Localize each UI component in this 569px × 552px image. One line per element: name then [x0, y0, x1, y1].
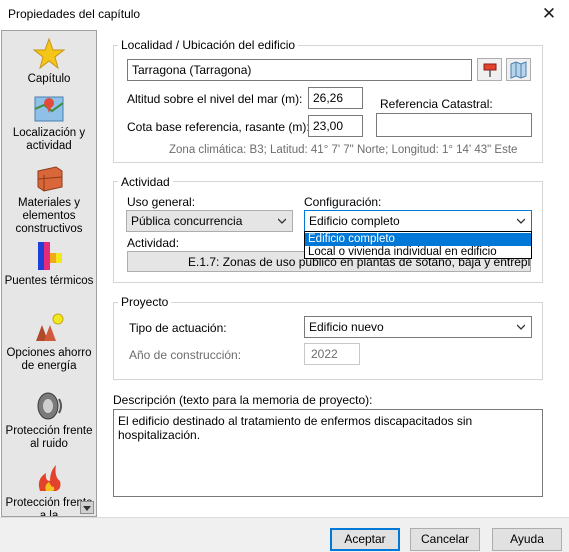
- sidebar-scroll-down-icon[interactable]: [80, 501, 94, 514]
- project-group: [113, 302, 543, 380]
- thermal-bridge-icon: [38, 242, 62, 270]
- config-option[interactable]: Local o vivienda individual en edificio: [305, 246, 531, 259]
- star-icon: [32, 37, 66, 70]
- fire-icon: [38, 465, 61, 491]
- config-dropdown-list: Edificio completo Local o vivienda indiv…: [304, 231, 532, 259]
- cota-field[interactable]: 23,00: [308, 115, 363, 137]
- project-legend: Proyecto: [118, 295, 172, 309]
- tipo-label: Tipo de actuación:: [129, 321, 227, 335]
- accept-button[interactable]: Aceptar: [330, 528, 400, 551]
- actividad-label: Actividad:: [127, 236, 180, 250]
- sidebar-item-materiales[interactable]: Materiales y elementos constructivos: [2, 161, 96, 236]
- cota-label: Cota base referencia, rasante (m):: [127, 120, 310, 134]
- brick-icon: [37, 166, 63, 192]
- climate-info: Zona climática: B3; Latitud: 41° 7' 7" N…: [169, 144, 518, 156]
- sidebar-item-label: Materiales y elementos constructivos: [15, 197, 83, 235]
- sidebar-item-localizacion[interactable]: Localización y actividad: [2, 91, 96, 153]
- map-button[interactable]: [506, 58, 531, 81]
- sidebar: Capítulo Localización y actividad Materi…: [1, 30, 97, 517]
- energy-icon: [36, 313, 64, 341]
- sidebar-item-opciones[interactable]: Opciones ahorro de energía: [2, 311, 96, 373]
- chevron-down-icon: [278, 218, 286, 224]
- uso-value: Pública concurrencia: [131, 214, 243, 228]
- help-button[interactable]: Ayuda: [492, 528, 562, 551]
- location-legend: Localidad / Ubicación del edificio: [118, 38, 299, 52]
- sidebar-item-capitulo[interactable]: Capítulo: [2, 37, 96, 86]
- chevron-down-icon: [517, 324, 525, 330]
- button-bar: Aceptar Cancelar Ayuda: [0, 517, 569, 552]
- sidebar-item-label: Capítulo: [27, 73, 71, 85]
- altitude-label: Altitud sobre el nivel del mar (m):: [127, 92, 303, 106]
- sidebar-item-puentes[interactable]: Puentes térmicos: [2, 239, 96, 288]
- sidebar-item-label: Opciones ahorro de energía: [6, 347, 92, 372]
- config-option[interactable]: Edificio completo: [305, 233, 531, 246]
- description-textarea[interactable]: El edificio destinado al tratamiento de …: [113, 409, 543, 497]
- chevron-down-icon: [517, 218, 525, 224]
- description-label: Descripción (texto para la memoria de pr…: [113, 393, 373, 407]
- config-value: Edificio completo: [309, 214, 400, 228]
- anio-field: 2022: [304, 343, 360, 365]
- city-field[interactable]: Tarragona (Tarragona): [127, 59, 472, 81]
- map-icon: [34, 96, 64, 122]
- cancel-button[interactable]: Cancelar: [410, 528, 480, 551]
- altitude-field[interactable]: 26,26: [308, 87, 363, 109]
- catastral-field[interactable]: [376, 113, 532, 137]
- close-icon[interactable]: ✕: [539, 3, 559, 25]
- signpost-icon: [483, 63, 497, 77]
- catastral-label: Referencia Catastral:: [380, 97, 493, 111]
- activity-legend: Actividad: [118, 175, 173, 189]
- title-bar: Propiedades del capítulo ✕: [0, 0, 569, 30]
- uso-label: Uso general:: [127, 195, 196, 209]
- config-select[interactable]: Edificio completo: [304, 210, 532, 232]
- uso-select[interactable]: Pública concurrencia: [126, 210, 293, 232]
- sidebar-item-label: Protección frente al ruido: [5, 425, 93, 450]
- sidebar-item-label: Localización y actividad: [12, 127, 86, 152]
- config-label: Configuración:: [304, 195, 382, 209]
- anio-label: Año de construcción:: [129, 348, 242, 362]
- tipo-select[interactable]: Edificio nuevo: [304, 316, 532, 338]
- tipo-value: Edificio nuevo: [309, 320, 384, 334]
- sidebar-item-label: Puentes térmicos: [4, 275, 94, 287]
- speaker-icon: [37, 392, 62, 420]
- locate-button[interactable]: [477, 58, 502, 81]
- window-title: Propiedades del capítulo: [8, 7, 141, 21]
- sidebar-item-ruido[interactable]: Protección frente al ruido: [2, 389, 96, 451]
- map-icon: [510, 61, 527, 79]
